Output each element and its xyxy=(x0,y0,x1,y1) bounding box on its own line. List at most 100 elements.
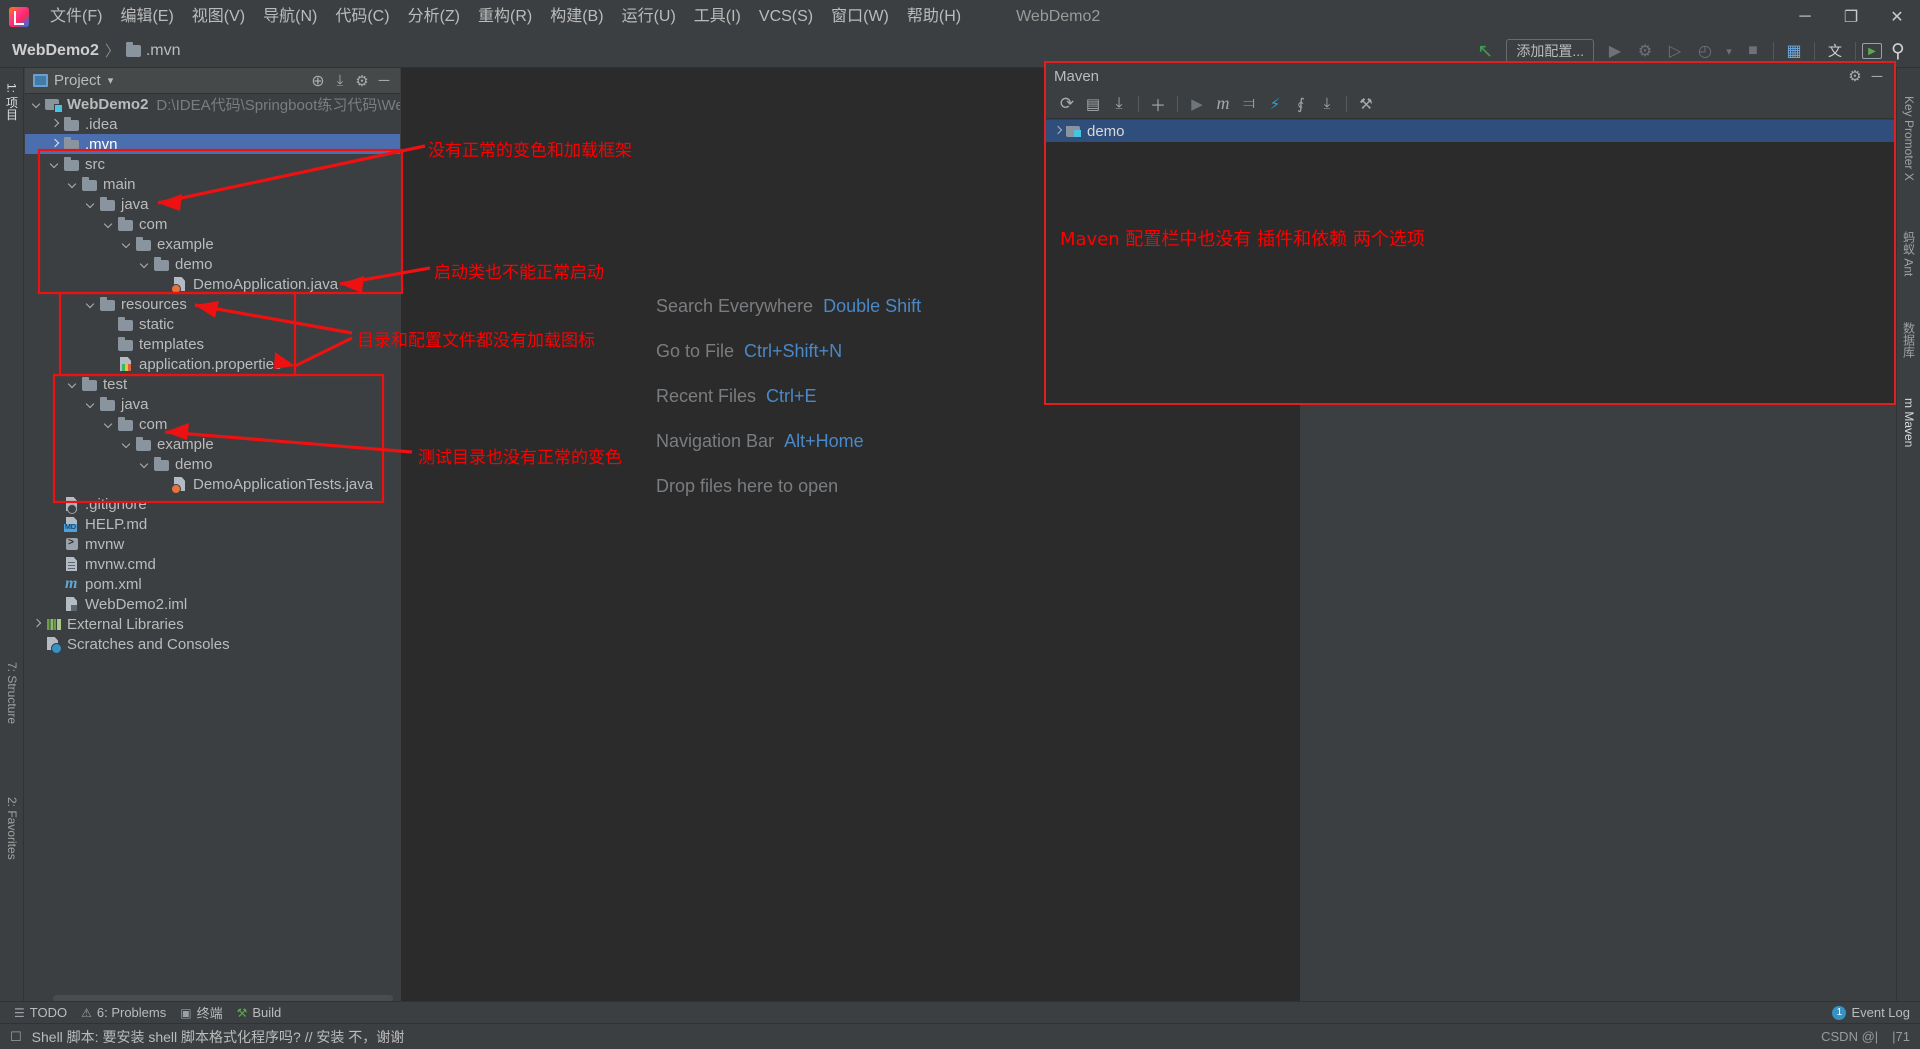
chevron-down-icon[interactable] xyxy=(121,238,134,251)
run-maven-build-icon[interactable]: m xyxy=(1210,92,1236,116)
collapse-all-icon[interactable]: ⤓ xyxy=(1314,92,1340,116)
menu-help[interactable]: 帮助(H) xyxy=(898,4,970,30)
minimize-button[interactable]: ─ xyxy=(1782,0,1828,34)
chevron-down-icon[interactable] xyxy=(139,258,152,271)
hide-panel-icon[interactable]: ─ xyxy=(373,70,395,92)
chevron-down-icon[interactable] xyxy=(103,418,116,431)
maven-projects-tree[interactable]: demo xyxy=(1046,120,1894,403)
chevron-right-icon[interactable] xyxy=(1052,125,1065,138)
tree-row-help-md[interactable]: HELP.md xyxy=(25,514,400,534)
scroll-from-source-icon[interactable]: ⊕ xyxy=(307,70,329,92)
toolwindow-problems[interactable]: ⚠ 6: Problems xyxy=(81,1005,166,1020)
tree-row-demoapplication-java[interactable]: DemoApplication.java xyxy=(25,274,400,294)
menu-code[interactable]: 代码(C) xyxy=(326,4,398,30)
maximize-button[interactable]: ❐ xyxy=(1828,0,1874,34)
tree-row-webdemo2[interactable]: WebDemo2D:\IDEA代码\Springboot练习代码\WebDe xyxy=(25,94,400,114)
breadcrumb-item-mvn[interactable]: .mvn xyxy=(146,42,181,60)
menu-analyze[interactable]: 分析(Z) xyxy=(399,4,469,30)
tree-row-idea[interactable]: .idea xyxy=(25,114,400,134)
close-button[interactable]: ✕ xyxy=(1874,0,1920,34)
tree-row-demo[interactable]: demo xyxy=(25,454,400,474)
tree-row-test[interactable]: test xyxy=(25,374,400,394)
tree-row-gitignore[interactable]: .gitignore xyxy=(25,494,400,514)
tree-row-main[interactable]: main xyxy=(25,174,400,194)
menu-navigate[interactable]: 导航(N) xyxy=(254,4,326,30)
tree-row-resources[interactable]: resources xyxy=(25,294,400,314)
maven-tree-row-demo[interactable]: demo xyxy=(1046,120,1894,142)
tree-row-pom-xml[interactable]: pom.xml xyxy=(25,574,400,594)
tree-row-demoapplicationtests-java[interactable]: DemoApplicationTests.java xyxy=(25,474,400,494)
tree-row-application-properties[interactable]: application.properties xyxy=(25,354,400,374)
chevron-down-icon[interactable]: ▾ xyxy=(108,74,114,87)
collapse-all-icon[interactable]: ⤓ xyxy=(329,70,351,92)
tree-row-demo[interactable]: demo xyxy=(25,254,400,274)
toggle-skip-tests-icon[interactable]: ⫤ xyxy=(1236,92,1262,116)
chevron-down-icon[interactable] xyxy=(85,198,98,211)
chevron-down-icon[interactable] xyxy=(31,98,44,111)
menu-tools[interactable]: 工具(I) xyxy=(685,4,750,30)
stripe-item-database[interactable]: 数据库 xyxy=(1897,308,1920,372)
add-maven-project-icon[interactable]: ▤ xyxy=(1080,92,1106,116)
reload-projects-icon[interactable]: ⟳ xyxy=(1054,92,1080,116)
maven-settings-icon[interactable]: ⚒ xyxy=(1353,92,1379,116)
tree-row-java[interactable]: java xyxy=(25,194,400,214)
tree-row-templates[interactable]: templates xyxy=(25,334,400,354)
menu-build[interactable]: 构建(B) xyxy=(541,4,612,30)
chevron-down-icon[interactable] xyxy=(139,458,152,471)
chevron-right-icon[interactable] xyxy=(49,138,62,151)
folder-icon xyxy=(153,256,171,272)
add-configuration-button[interactable]: 添加配置... xyxy=(1506,39,1594,63)
chevron-down-icon[interactable] xyxy=(85,298,98,311)
menu-view[interactable]: 视图(V) xyxy=(183,4,254,30)
tree-row-src[interactable]: src xyxy=(25,154,400,174)
tree-row-example[interactable]: example xyxy=(25,234,400,254)
tree-row-java[interactable]: java xyxy=(25,394,400,414)
menu-window[interactable]: 窗口(W) xyxy=(822,4,898,30)
execute-goal-icon[interactable]: ▶ xyxy=(1184,92,1210,116)
menu-run[interactable]: 运行(U) xyxy=(613,4,685,30)
terminal-button[interactable]: ▶ xyxy=(1862,43,1882,59)
toolwindow-build[interactable]: ⚒ Build xyxy=(237,1005,282,1020)
tree-row-mvnw-cmd[interactable]: mvnw.cmd xyxy=(25,554,400,574)
download-sources-icon[interactable]: ⤓ xyxy=(1106,92,1132,116)
chevron-right-icon[interactable] xyxy=(31,618,44,631)
breadcrumb-item-project[interactable]: WebDemo2 xyxy=(12,42,99,60)
toolwindow-terminal[interactable]: ▣ 终端 xyxy=(180,1003,222,1022)
toolwindow-todo[interactable]: ☰ TODO xyxy=(14,1005,67,1020)
stripe-item-ant[interactable]: 蚂蚁 Ant xyxy=(1897,218,1920,290)
show-dependencies-icon[interactable]: ⨐ xyxy=(1288,92,1314,116)
stripe-item-maven[interactable]: m Maven xyxy=(1897,388,1920,458)
tree-row-example[interactable]: example xyxy=(25,434,400,454)
chevron-down-icon[interactable] xyxy=(121,438,134,451)
stripe-item-structure[interactable]: 7: Structure xyxy=(0,638,24,748)
project-tree[interactable]: WebDemo2D:\IDEA代码\Springboot练习代码\WebDe.i… xyxy=(25,94,400,1004)
tree-row-mvn[interactable]: .mvn xyxy=(25,134,400,154)
chevron-down-icon[interactable] xyxy=(67,178,80,191)
menu-edit[interactable]: 编辑(E) xyxy=(111,4,182,30)
chevron-down-icon[interactable] xyxy=(49,158,62,171)
tree-row-com[interactable]: com xyxy=(25,414,400,434)
tree-row-com[interactable]: com xyxy=(25,214,400,234)
toggle-offline-icon[interactable]: ⚡ xyxy=(1262,92,1288,116)
tree-row-static[interactable]: static xyxy=(25,314,400,334)
stripe-item-project[interactable]: 1: 项目 xyxy=(0,74,24,130)
settings-gear-icon[interactable]: ⚙ xyxy=(1844,65,1866,87)
menu-vcs[interactable]: VCS(S) xyxy=(750,4,822,30)
menu-refactor[interactable]: 重构(R) xyxy=(469,4,541,30)
tree-row-mvnw[interactable]: mvnw xyxy=(25,534,400,554)
add-icon[interactable]: ＋ xyxy=(1145,92,1171,116)
chevron-down-icon[interactable] xyxy=(67,378,80,391)
project-panel-title[interactable]: Project xyxy=(54,72,101,89)
chevron-right-icon[interactable] xyxy=(49,118,62,131)
stripe-item-key-promoter[interactable]: Key Promoter X xyxy=(1897,78,1920,198)
menu-file[interactable]: 文件(F) xyxy=(41,4,111,30)
tree-row-external-libraries[interactable]: External Libraries xyxy=(25,614,400,634)
tree-row-scratches-and-consoles[interactable]: Scratches and Consoles xyxy=(25,634,400,654)
chevron-down-icon[interactable] xyxy=(85,398,98,411)
settings-gear-icon[interactable]: ⚙ xyxy=(351,70,373,92)
tree-row-webdemo2-iml[interactable]: WebDemo2.iml xyxy=(25,594,400,614)
event-log-area[interactable]: 1 Event Log xyxy=(1832,1005,1910,1020)
hide-panel-icon[interactable]: ─ xyxy=(1866,65,1888,87)
chevron-down-icon[interactable] xyxy=(103,218,116,231)
stripe-item-favorites[interactable]: 2: Favorites xyxy=(0,778,24,878)
